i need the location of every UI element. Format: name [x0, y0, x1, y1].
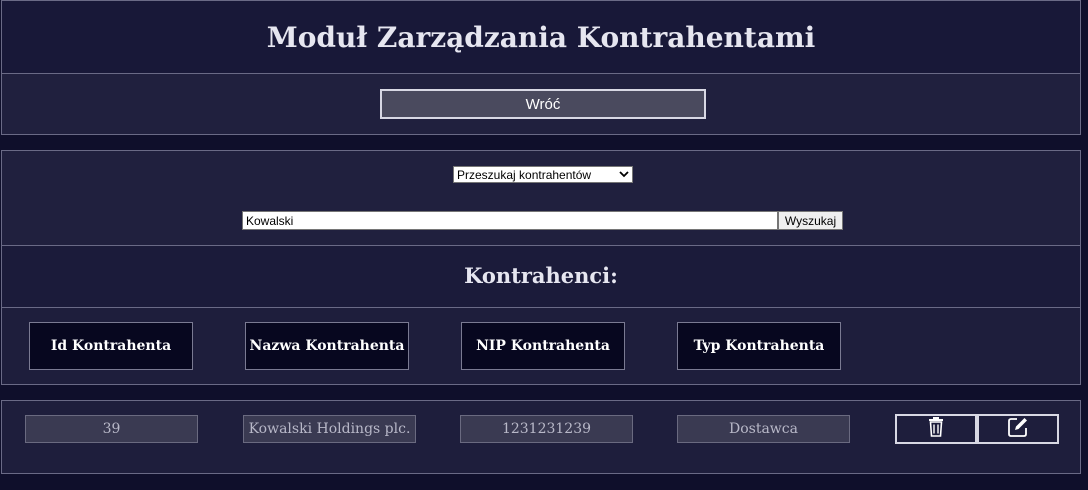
column-header-nip: NIP Kontrahenta [461, 322, 625, 370]
chevron-down-icon [619, 167, 629, 184]
page-title: Moduł Zarządzania Kontrahentami [266, 21, 816, 54]
nav-panel: Wróć [1, 73, 1081, 135]
delete-button[interactable] [895, 414, 977, 444]
row-name: Kowalski Holdings plc. [243, 415, 416, 443]
search-panel: Przeszukaj kontrahentów Kowalski Wyszuka… [1, 150, 1081, 246]
row-type: Dostawca [677, 415, 850, 443]
search-button[interactable]: Wyszukaj [778, 211, 843, 230]
column-header-type: Typ Kontrahenta [677, 322, 841, 370]
trash-icon [927, 417, 945, 441]
list-title-panel: Kontrahenci: [1, 245, 1081, 308]
list-title: Kontrahenci: [464, 263, 618, 288]
search-mode-select[interactable]: Przeszukaj kontrahentów [453, 166, 633, 183]
column-header-name: Nazwa Kontrahenta [245, 322, 409, 370]
back-button[interactable]: Wróć [380, 89, 706, 119]
table-row: 39 Kowalski Holdings plc. 1231231239 Dos… [1, 400, 1081, 474]
search-input[interactable]: Kowalski [242, 211, 778, 230]
row-id: 39 [25, 415, 198, 443]
edit-icon [1007, 416, 1029, 442]
search-mode-value: Przeszukaj kontrahentów [457, 167, 592, 182]
header-panel: Moduł Zarządzania Kontrahentami [1, 0, 1081, 74]
edit-button[interactable] [977, 414, 1059, 444]
row-nip: 1231231239 [460, 415, 633, 443]
column-header-panel: Id Kontrahenta Nazwa Kontrahenta NIP Kon… [1, 307, 1081, 385]
column-header-id: Id Kontrahenta [29, 322, 193, 370]
